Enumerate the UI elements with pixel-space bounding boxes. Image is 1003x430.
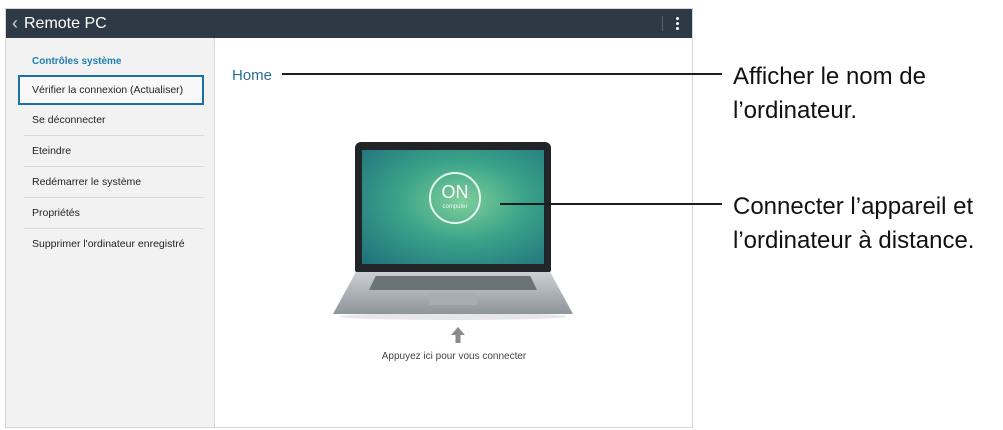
sidebar: Contrôles système Vérifier la connexion …	[6, 38, 215, 427]
overflow-menu-icon	[675, 17, 679, 30]
callout-connect-line1: Connecter l’appareil et	[733, 193, 974, 220]
menu-item-restart[interactable]: Redémarrer le système	[24, 167, 204, 198]
callout-line-home	[282, 73, 722, 75]
section-title: Contrôles système	[32, 56, 122, 67]
overflow-menu-button[interactable]	[662, 9, 692, 38]
app-title: Remote PC	[24, 15, 107, 32]
laptop-shadow	[339, 313, 567, 320]
main-content: Home ON computer Appuyez ici pour vous c…	[215, 38, 692, 427]
power-on-badge: ON computer	[429, 172, 481, 224]
callout-connect-line2: l’ordinateur à distance.	[733, 227, 975, 254]
menu-item-delete-computer[interactable]: Supprimer l'ordinateur enregistré	[24, 229, 204, 259]
menu-item-disconnect[interactable]: Se déconnecter	[24, 105, 204, 136]
action-bar: ‹ Remote PC	[6, 9, 692, 38]
menu-item-shutdown[interactable]: Eteindre	[24, 136, 204, 167]
laptop-screen-bezel: ON computer	[355, 142, 551, 272]
on-sublabel: computer	[442, 204, 468, 210]
laptop-screen: ON computer	[362, 150, 544, 264]
divider	[662, 16, 663, 31]
callout-home-line1: Afficher le nom de	[733, 63, 926, 90]
remote-pc-screen: ‹ Remote PC Contrôles système Vérifier l…	[5, 8, 693, 428]
back-button[interactable]: ‹ Remote PC	[12, 9, 107, 38]
menu-item-check-connection[interactable]: Vérifier la connexion (Actualiser)	[18, 75, 204, 105]
laptop-touchpad	[429, 293, 477, 305]
connect-hint: Appuyez ici pour vous connecter	[381, 351, 527, 362]
callout-home-line2: l’ordinateur.	[733, 97, 858, 124]
callout-line-connect	[500, 203, 722, 205]
chevron-left-icon: ‹	[12, 13, 18, 33]
computer-name-label: Home	[232, 67, 273, 84]
on-label: ON	[441, 182, 469, 202]
connect-laptop-button[interactable]: ON computer	[333, 142, 573, 322]
menu-item-properties[interactable]: Propriétés	[24, 198, 204, 229]
arrow-up-icon[interactable]	[448, 325, 468, 345]
laptop-keyboard	[369, 276, 537, 290]
system-controls-list: Vérifier la connexion (Actualiser) Se dé…	[18, 75, 204, 259]
